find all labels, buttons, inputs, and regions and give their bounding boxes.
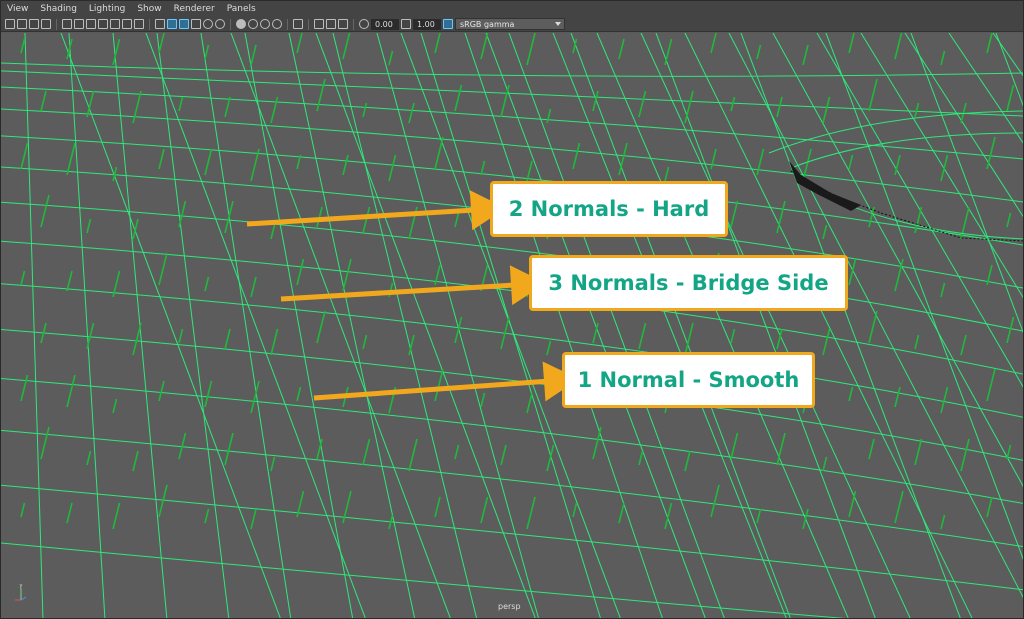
gate-mask-icon[interactable] [98, 19, 108, 29]
textured-icon[interactable] [191, 19, 201, 29]
lights-icon[interactable] [203, 19, 213, 29]
wireframe-on-shaded-icon[interactable] [179, 19, 189, 29]
maya-viewport-window: View Shading Lighting Show Renderer Pane… [0, 0, 1024, 619]
screen-space-ao-icon[interactable] [236, 19, 246, 29]
menu-view[interactable]: View [7, 1, 28, 17]
callout-1-normal-smooth: 1 Normal - Smooth [562, 352, 815, 408]
menu-lighting[interactable]: Lighting [89, 1, 125, 17]
callout-3-normals-bridge-side: 3 Normals - Bridge Side [529, 255, 848, 311]
toolbar-separator [149, 18, 150, 30]
callout-label: 3 Normals - Bridge Side [548, 271, 829, 295]
isolate-select-icon[interactable] [293, 19, 303, 29]
panel-toolbar: 0.00 1.00 sRGB gamma [1, 17, 1023, 32]
callout-label: 2 Normals - Hard [508, 197, 710, 221]
toolbar-separator [230, 18, 231, 30]
grid-icon[interactable] [62, 19, 72, 29]
callout-label: 1 Normal - Smooth [577, 368, 800, 392]
bookmarks-icon[interactable] [29, 19, 39, 29]
panel-menu-bar: View Shading Lighting Show Renderer Pane… [1, 1, 1023, 17]
menu-shading[interactable]: Shading [40, 1, 77, 17]
arrow-3-normals [280, 265, 546, 306]
axis-label: y [20, 583, 23, 589]
arrow-1-normal [313, 361, 579, 402]
menu-renderer[interactable]: Renderer [174, 1, 215, 17]
anti-aliasing-icon[interactable] [260, 19, 270, 29]
camera-attributes-icon[interactable] [17, 19, 27, 29]
xray-active-icon[interactable] [326, 19, 336, 29]
color-management-icon[interactable] [443, 19, 453, 29]
toolbar-separator [287, 18, 288, 30]
safe-action-icon[interactable] [122, 19, 132, 29]
depth-of-field-icon[interactable] [272, 19, 282, 29]
callout-arrows [246, 190, 579, 402]
color-space-value: sRGB gamma [460, 20, 515, 29]
menu-show[interactable]: Show [137, 1, 161, 17]
xray-icon[interactable] [314, 19, 324, 29]
exposure-icon[interactable] [359, 19, 369, 29]
view-axis-gizmo-icon: y [15, 583, 27, 601]
menu-panels[interactable]: Panels [227, 1, 256, 17]
camera-name-label: persp [498, 602, 521, 611]
gamma-field[interactable]: 1.00 [413, 18, 441, 30]
motion-blur-icon[interactable] [248, 19, 258, 29]
shadows-icon[interactable] [215, 19, 225, 29]
callout-2-normals-hard: 2 Normals - Hard [490, 181, 728, 237]
wireframe-icon[interactable] [155, 19, 165, 29]
resolution-gate-icon[interactable] [86, 19, 96, 29]
toolbar-separator [56, 18, 57, 30]
safe-title-icon[interactable] [134, 19, 144, 29]
3d-viewport[interactable]: 2 Normals - Hard 3 Normals - Bridge Side… [1, 33, 1023, 618]
xray-joints-icon[interactable] [338, 19, 348, 29]
select-camera-icon[interactable] [5, 19, 15, 29]
arrow-2-normals [246, 190, 506, 231]
color-space-dropdown[interactable]: sRGB gamma [455, 18, 565, 30]
image-plane-icon[interactable] [41, 19, 51, 29]
toolbar-separator [353, 18, 354, 30]
gamma-icon[interactable] [401, 19, 411, 29]
field-chart-icon[interactable] [110, 19, 120, 29]
chevron-down-icon [555, 22, 561, 26]
film-gate-icon[interactable] [74, 19, 84, 29]
toolbar-separator [308, 18, 309, 30]
exposure-field[interactable]: 0.00 [371, 18, 399, 30]
smooth-shade-icon[interactable] [167, 19, 177, 29]
